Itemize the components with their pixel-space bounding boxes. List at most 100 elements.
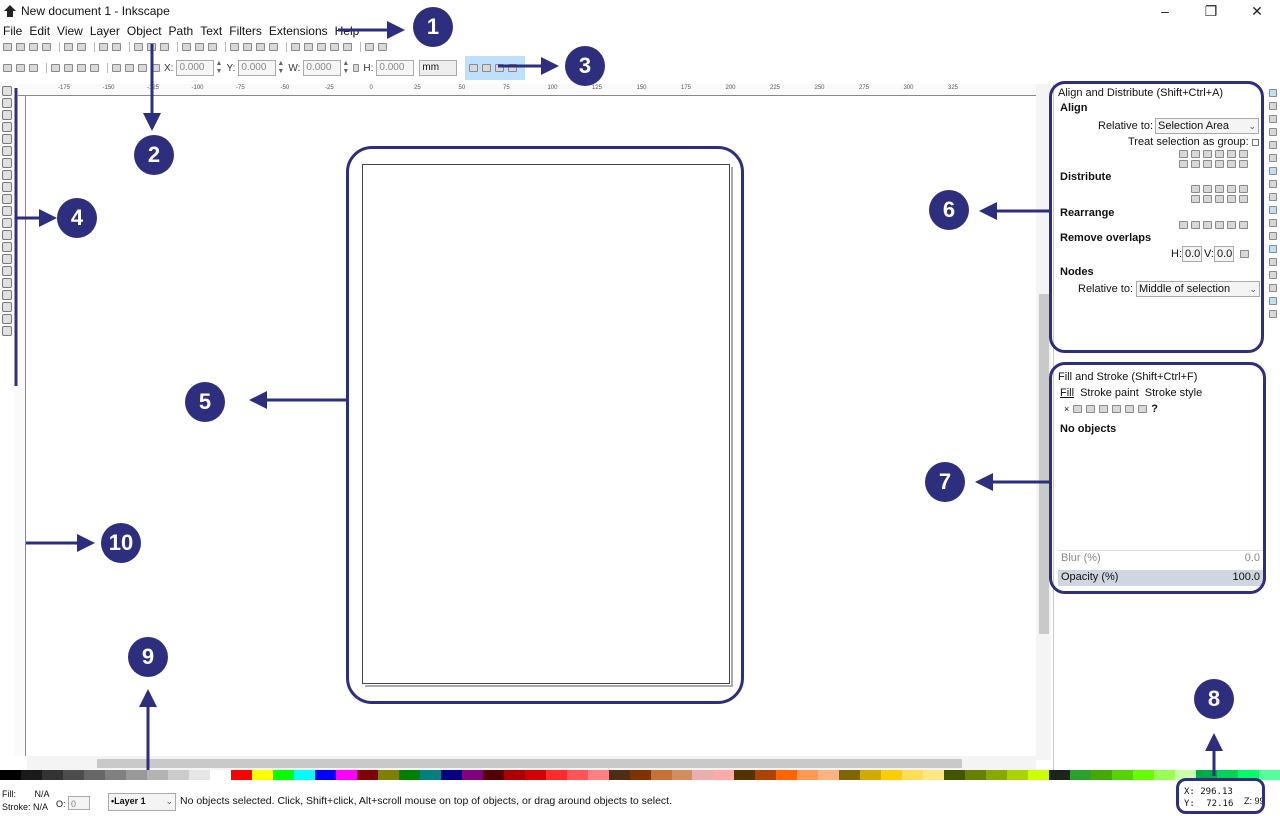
node-tool-icon[interactable]: [2, 98, 12, 108]
rectangle-tool-icon[interactable]: [2, 146, 12, 156]
color-swatch[interactable]: [314, 770, 336, 780]
transform-gradients-icon[interactable]: [495, 64, 505, 72]
snap-bbox-centers-icon[interactable]: [1269, 154, 1277, 162]
horizontal-ruler[interactable]: -175 -150 -125 -100 -75 -50 -25 0 25 50 75 100 125 15…: [18, 84, 1036, 96]
color-swatch[interactable]: [1133, 770, 1155, 780]
y-input[interactable]: 0.000: [238, 60, 277, 76]
snap-bbox-corners-icon[interactable]: [1269, 128, 1277, 136]
color-swatch[interactable]: [461, 770, 483, 780]
color-swatch[interactable]: [41, 770, 63, 780]
color-swatch[interactable]: [251, 770, 273, 780]
eraser-tool-icon[interactable]: [2, 266, 12, 276]
color-swatch[interactable]: [1049, 770, 1071, 780]
transform-patterns-icon[interactable]: [508, 64, 518, 72]
save-icon[interactable]: [29, 43, 38, 51]
raise-to-top-icon[interactable]: [112, 64, 121, 72]
color-swatch[interactable]: [482, 770, 504, 780]
snap-cusp-nodes-icon[interactable]: [1269, 206, 1277, 214]
snap-intersections-icon[interactable]: [1269, 193, 1277, 201]
color-swatch[interactable]: [566, 770, 588, 780]
close-button[interactable]: ✕: [1234, 0, 1280, 22]
x-input[interactable]: 0.000: [176, 60, 215, 76]
cut-icon[interactable]: [147, 43, 156, 51]
group-icon[interactable]: [269, 43, 278, 51]
color-swatch[interactable]: [1070, 770, 1092, 780]
raise-icon[interactable]: [125, 64, 134, 72]
color-swatch[interactable]: [62, 770, 84, 780]
snap-text-baseline-icon[interactable]: [1269, 271, 1277, 279]
unlink-clone-icon[interactable]: [256, 43, 265, 51]
color-swatch[interactable]: [797, 770, 819, 780]
text-tool-icon[interactable]: [2, 242, 12, 252]
snap-grids-icon[interactable]: [1269, 297, 1277, 305]
layer-select[interactable]: •Layer 1 ⌄: [108, 793, 176, 811]
selector-tool-icon[interactable]: [2, 86, 12, 96]
color-swatch[interactable]: [692, 770, 714, 780]
color-swatch[interactable]: [167, 770, 189, 780]
snap-smooth-nodes-icon[interactable]: [1269, 219, 1277, 227]
text-font-icon[interactable]: [304, 43, 313, 51]
xml-editor-icon[interactable]: [330, 43, 339, 51]
copy-icon[interactable]: [134, 43, 143, 51]
duplicate-icon[interactable]: [230, 43, 239, 51]
menu-extensions[interactable]: Extensions: [266, 24, 332, 38]
color-swatch[interactable]: [419, 770, 441, 780]
color-swatch[interactable]: [272, 770, 294, 780]
color-swatch[interactable]: [293, 770, 315, 780]
snap-midpoints-icon[interactable]: [1269, 232, 1277, 240]
select-all-icon[interactable]: [3, 64, 12, 72]
maximize-button[interactable]: ❐: [1188, 0, 1234, 22]
deselect-icon[interactable]: [29, 64, 38, 72]
spiral-tool-icon[interactable]: [2, 194, 12, 204]
menu-text[interactable]: Text: [197, 24, 226, 38]
w-spinner-icon[interactable]: ▲ ▼: [342, 60, 349, 76]
color-swatch[interactable]: [20, 770, 42, 780]
color-swatch[interactable]: [524, 770, 546, 780]
color-swatch[interactable]: [608, 770, 630, 780]
snap-bbox-edges-icon[interactable]: [1269, 115, 1277, 123]
snap-nodes-icon[interactable]: [1269, 167, 1277, 175]
h-input[interactable]: 0.000: [376, 60, 415, 76]
color-swatch[interactable]: [671, 770, 693, 780]
color-swatch[interactable]: [125, 770, 147, 780]
rotate-cw-icon[interactable]: [64, 64, 73, 72]
scale-stroke-icon[interactable]: [469, 64, 479, 72]
zoom-selection-icon[interactable]: [182, 43, 191, 51]
gradient-tool-icon[interactable]: [2, 290, 12, 300]
color-swatch[interactable]: [398, 770, 420, 780]
lower-to-bottom-icon[interactable]: [151, 64, 160, 72]
color-swatch[interactable]: [545, 770, 567, 780]
calligraphy-tool-icon[interactable]: [2, 230, 12, 240]
snap-bbox-icon[interactable]: [1269, 102, 1277, 110]
color-swatch[interactable]: [713, 770, 735, 780]
color-swatch[interactable]: [629, 770, 651, 780]
lock-ratio-icon[interactable]: [353, 64, 360, 72]
color-swatch[interactable]: [377, 770, 399, 780]
color-swatch[interactable]: [503, 770, 525, 780]
zoom-drawing-icon[interactable]: [195, 43, 204, 51]
menu-edit[interactable]: Edit: [26, 24, 54, 38]
w-input[interactable]: 0.000: [303, 60, 342, 76]
color-swatch[interactable]: [986, 770, 1008, 780]
opacity-o-input[interactable]: 0: [68, 796, 91, 810]
snap-bbox-midpoints-icon[interactable]: [1269, 141, 1277, 149]
color-swatch[interactable]: [356, 770, 378, 780]
snap-paths-icon[interactable]: [1269, 180, 1277, 188]
zoom-page-icon[interactable]: [208, 43, 217, 51]
scroll-thumb[interactable]: [1039, 294, 1049, 634]
select-all-layers-icon[interactable]: [16, 64, 25, 72]
color-swatch[interactable]: [734, 770, 756, 780]
color-swatch[interactable]: [776, 770, 798, 780]
color-swatch[interactable]: [1091, 770, 1113, 780]
color-swatch[interactable]: [1112, 770, 1134, 780]
new-document-icon[interactable]: [3, 43, 12, 51]
menu-object[interactable]: Object: [124, 24, 166, 38]
layers-icon[interactable]: [317, 43, 326, 51]
snap-rotation-centers-icon[interactable]: [1269, 258, 1277, 266]
menu-layer[interactable]: Layer: [87, 24, 124, 38]
preferences-icon[interactable]: [365, 43, 374, 51]
3d-box-tool-icon[interactable]: [2, 158, 12, 168]
color-swatch[interactable]: [1154, 770, 1176, 780]
star-tool-icon[interactable]: [2, 182, 12, 192]
menu-filters[interactable]: Filters: [226, 24, 266, 38]
